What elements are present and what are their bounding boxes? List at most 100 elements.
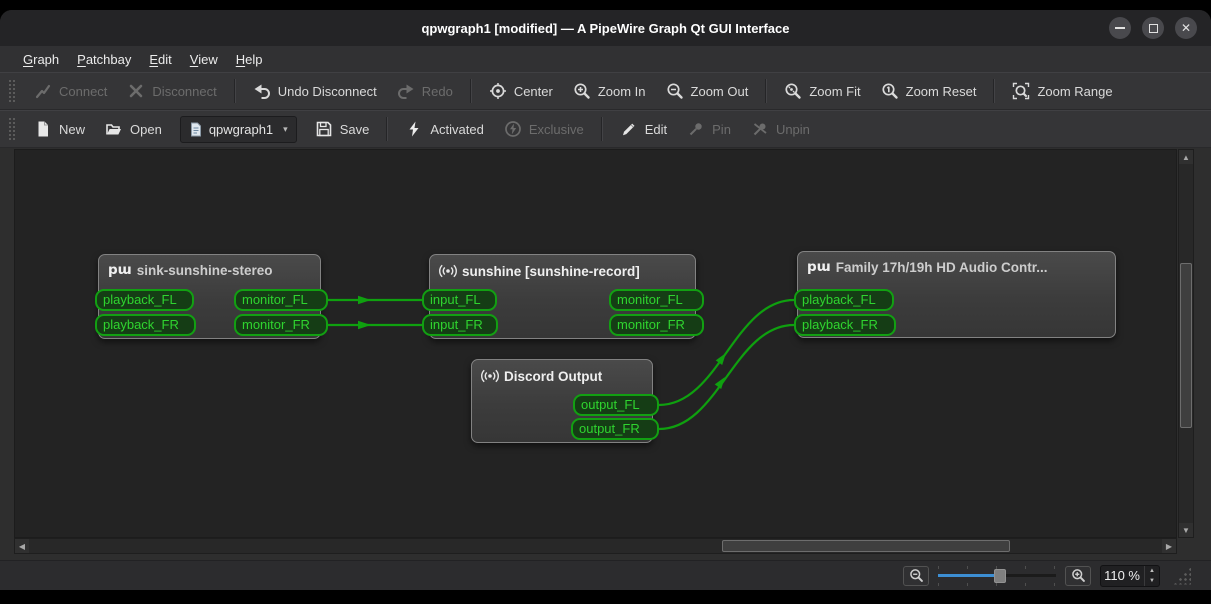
connect-button[interactable]: Connect <box>24 77 117 105</box>
new-button[interactable]: New <box>24 115 95 143</box>
toolbar-separator <box>233 79 236 103</box>
port-sunshine-monitor-fr[interactable]: monitor_FR <box>609 314 704 336</box>
scroll-up-icon: ▲ <box>1182 152 1190 162</box>
h-scroll-thumb[interactable] <box>722 540 1010 552</box>
unpin-button[interactable]: Unpin <box>741 115 820 143</box>
zoom-out-button[interactable]: Zoom Out <box>656 77 759 105</box>
slider-handle[interactable] <box>994 568 1006 583</box>
title-bar[interactable]: qpwgraph1 [modified] — A PipeWire Graph … <box>0 10 1211 46</box>
edit-pencil-icon <box>622 123 635 136</box>
port-sunshine-monitor-fl[interactable]: monitor_FL <box>609 289 704 311</box>
spin-up-icon: ▲ <box>1149 567 1155 574</box>
v-scroll-up-button[interactable]: ▲ <box>1179 150 1193 164</box>
zoom-range-icon <box>1013 82 1030 100</box>
menu-graph[interactable]: Graph <box>14 49 68 70</box>
disconnect-button[interactable]: Disconnect <box>117 77 226 105</box>
spin-up-button[interactable]: ▲ <box>1145 566 1159 576</box>
menu-edit[interactable]: Edit <box>140 49 180 70</box>
wire-arrow <box>358 320 371 330</box>
save-icon <box>316 121 331 137</box>
open-button[interactable]: Open <box>95 115 172 143</box>
minimize-button[interactable] <box>1109 17 1131 39</box>
pin-button[interactable]: Pin <box>677 115 741 143</box>
spin-buttons: ▲ ▼ <box>1144 565 1159 586</box>
undo-disconnect-button[interactable]: Undo Disconnect <box>243 77 387 105</box>
resize-grip[interactable] <box>1173 566 1191 585</box>
exclusive-bolt-icon <box>504 121 521 137</box>
zoom-reset-button[interactable]: Zoom Reset <box>871 77 987 105</box>
activated-toggle[interactable]: Activated <box>395 115 493 143</box>
status-zoom-in-button[interactable] <box>1065 565 1091 586</box>
activated-bolt-icon <box>409 121 419 137</box>
connections-layer <box>328 295 795 431</box>
zoom-fit-button[interactable]: Zoom Fit <box>774 77 870 105</box>
screen: qpwgraph1 [modified] — A PipeWire Graph … <box>0 0 1211 604</box>
save-button[interactable]: Save <box>305 115 380 143</box>
toolbar-separator <box>600 117 603 141</box>
port-family-playback-fr[interactable]: playback_FR <box>794 314 896 336</box>
toolbar-drag-handle[interactable] <box>8 79 16 103</box>
connect-icon <box>35 84 51 99</box>
port-discord-output-fr[interactable]: output_FR <box>571 418 659 440</box>
app-window: qpwgraph1 [modified] — A PipeWire Graph … <box>0 10 1211 590</box>
patchbay-combobox[interactable]: qpwgraph1 ▾ <box>179 115 297 143</box>
zoom-in-icon <box>574 83 590 99</box>
unpin-icon <box>753 123 767 136</box>
port-sink-playback-fr[interactable]: playback_FR <box>95 314 196 336</box>
zoom-range-button[interactable]: Zoom Range <box>1002 77 1122 105</box>
window-controls: ✕ <box>1109 17 1197 39</box>
patchbay-toolbar: New Open qpwgraph1 ▾ Save Activated Excl… <box>0 110 1211 148</box>
zoom-fit-icon <box>785 83 802 99</box>
minimize-icon <box>1115 27 1125 29</box>
spin-down-icon: ▼ <box>1149 577 1155 584</box>
scroll-left-icon: ◀ <box>18 541 26 551</box>
slider-ticks <box>938 582 1056 586</box>
status-zoom-out-button[interactable] <box>903 565 929 586</box>
h-scroll-left-button[interactable]: ◀ <box>15 539 29 553</box>
status-zoom-slider[interactable] <box>938 565 1056 586</box>
zoom-spinbox[interactable]: 110 % ▲ ▼ <box>1100 564 1160 587</box>
h-scroll-right-button[interactable]: ▶ <box>1162 539 1176 553</box>
spin-down-button[interactable]: ▼ <box>1145 576 1159 586</box>
open-folder-icon <box>106 124 122 135</box>
port-sunshine-input-fr[interactable]: input_FR <box>422 314 498 336</box>
slider-filled-track <box>938 573 994 577</box>
disconnect-icon <box>130 84 143 98</box>
menu-help[interactable]: Help <box>227 49 272 70</box>
maximize-icon <box>1148 23 1158 33</box>
toolbar-separator <box>469 79 472 103</box>
zoom-in-button[interactable]: Zoom In <box>563 77 656 105</box>
menu-patchbay[interactable]: Patchbay <box>68 49 140 70</box>
v-scrollbar[interactable]: ▲ ▼ <box>1178 149 1194 538</box>
port-sink-monitor-fl[interactable]: monitor_FL <box>234 289 328 311</box>
graph-canvas[interactable]: pɯ sink-sunshine-stereo sunshine [sunshi… <box>14 149 1177 538</box>
zoom-in-icon <box>1071 569 1085 582</box>
port-sink-monitor-fr[interactable]: monitor_FR <box>234 314 328 336</box>
maximize-button[interactable] <box>1142 17 1164 39</box>
patchbay-combobox-value: qpwgraph1 <box>208 121 274 137</box>
menu-view[interactable]: View <box>181 49 227 70</box>
h-scrollbar[interactable]: ◀ ▶ <box>14 538 1177 554</box>
exclusive-toggle[interactable]: Exclusive <box>494 115 594 143</box>
port-sunshine-input-fl[interactable]: input_FL <box>422 289 497 311</box>
redo-icon <box>397 84 414 99</box>
canvas-frame: pɯ sink-sunshine-stereo sunshine [sunshi… <box>0 148 1211 560</box>
zoom-spinbox-value: 110 % <box>1104 567 1140 583</box>
pin-icon <box>689 123 702 136</box>
port-family-playback-fl[interactable]: playback_FL <box>794 289 894 311</box>
window-title: qpwgraph1 [modified] — A PipeWire Graph … <box>421 20 790 36</box>
v-scroll-thumb[interactable] <box>1180 263 1192 428</box>
edit-toggle[interactable]: Edit <box>610 115 677 143</box>
wire-arrow <box>358 295 371 305</box>
toolbar-drag-handle[interactable] <box>8 117 16 141</box>
v-scroll-down-button[interactable]: ▼ <box>1179 523 1193 537</box>
port-discord-output-fl[interactable]: output_FL <box>573 394 659 416</box>
zoom-reset-icon <box>882 83 898 99</box>
port-sink-playback-fl[interactable]: playback_FL <box>95 289 194 311</box>
menu-bar: Graph Patchbay Edit View Help <box>0 46 1211 72</box>
center-icon <box>489 83 506 99</box>
center-button[interactable]: Center <box>479 77 563 105</box>
close-button[interactable]: ✕ <box>1175 17 1197 39</box>
toolbar-separator <box>386 117 389 141</box>
redo-button[interactable]: Redo <box>387 77 463 105</box>
